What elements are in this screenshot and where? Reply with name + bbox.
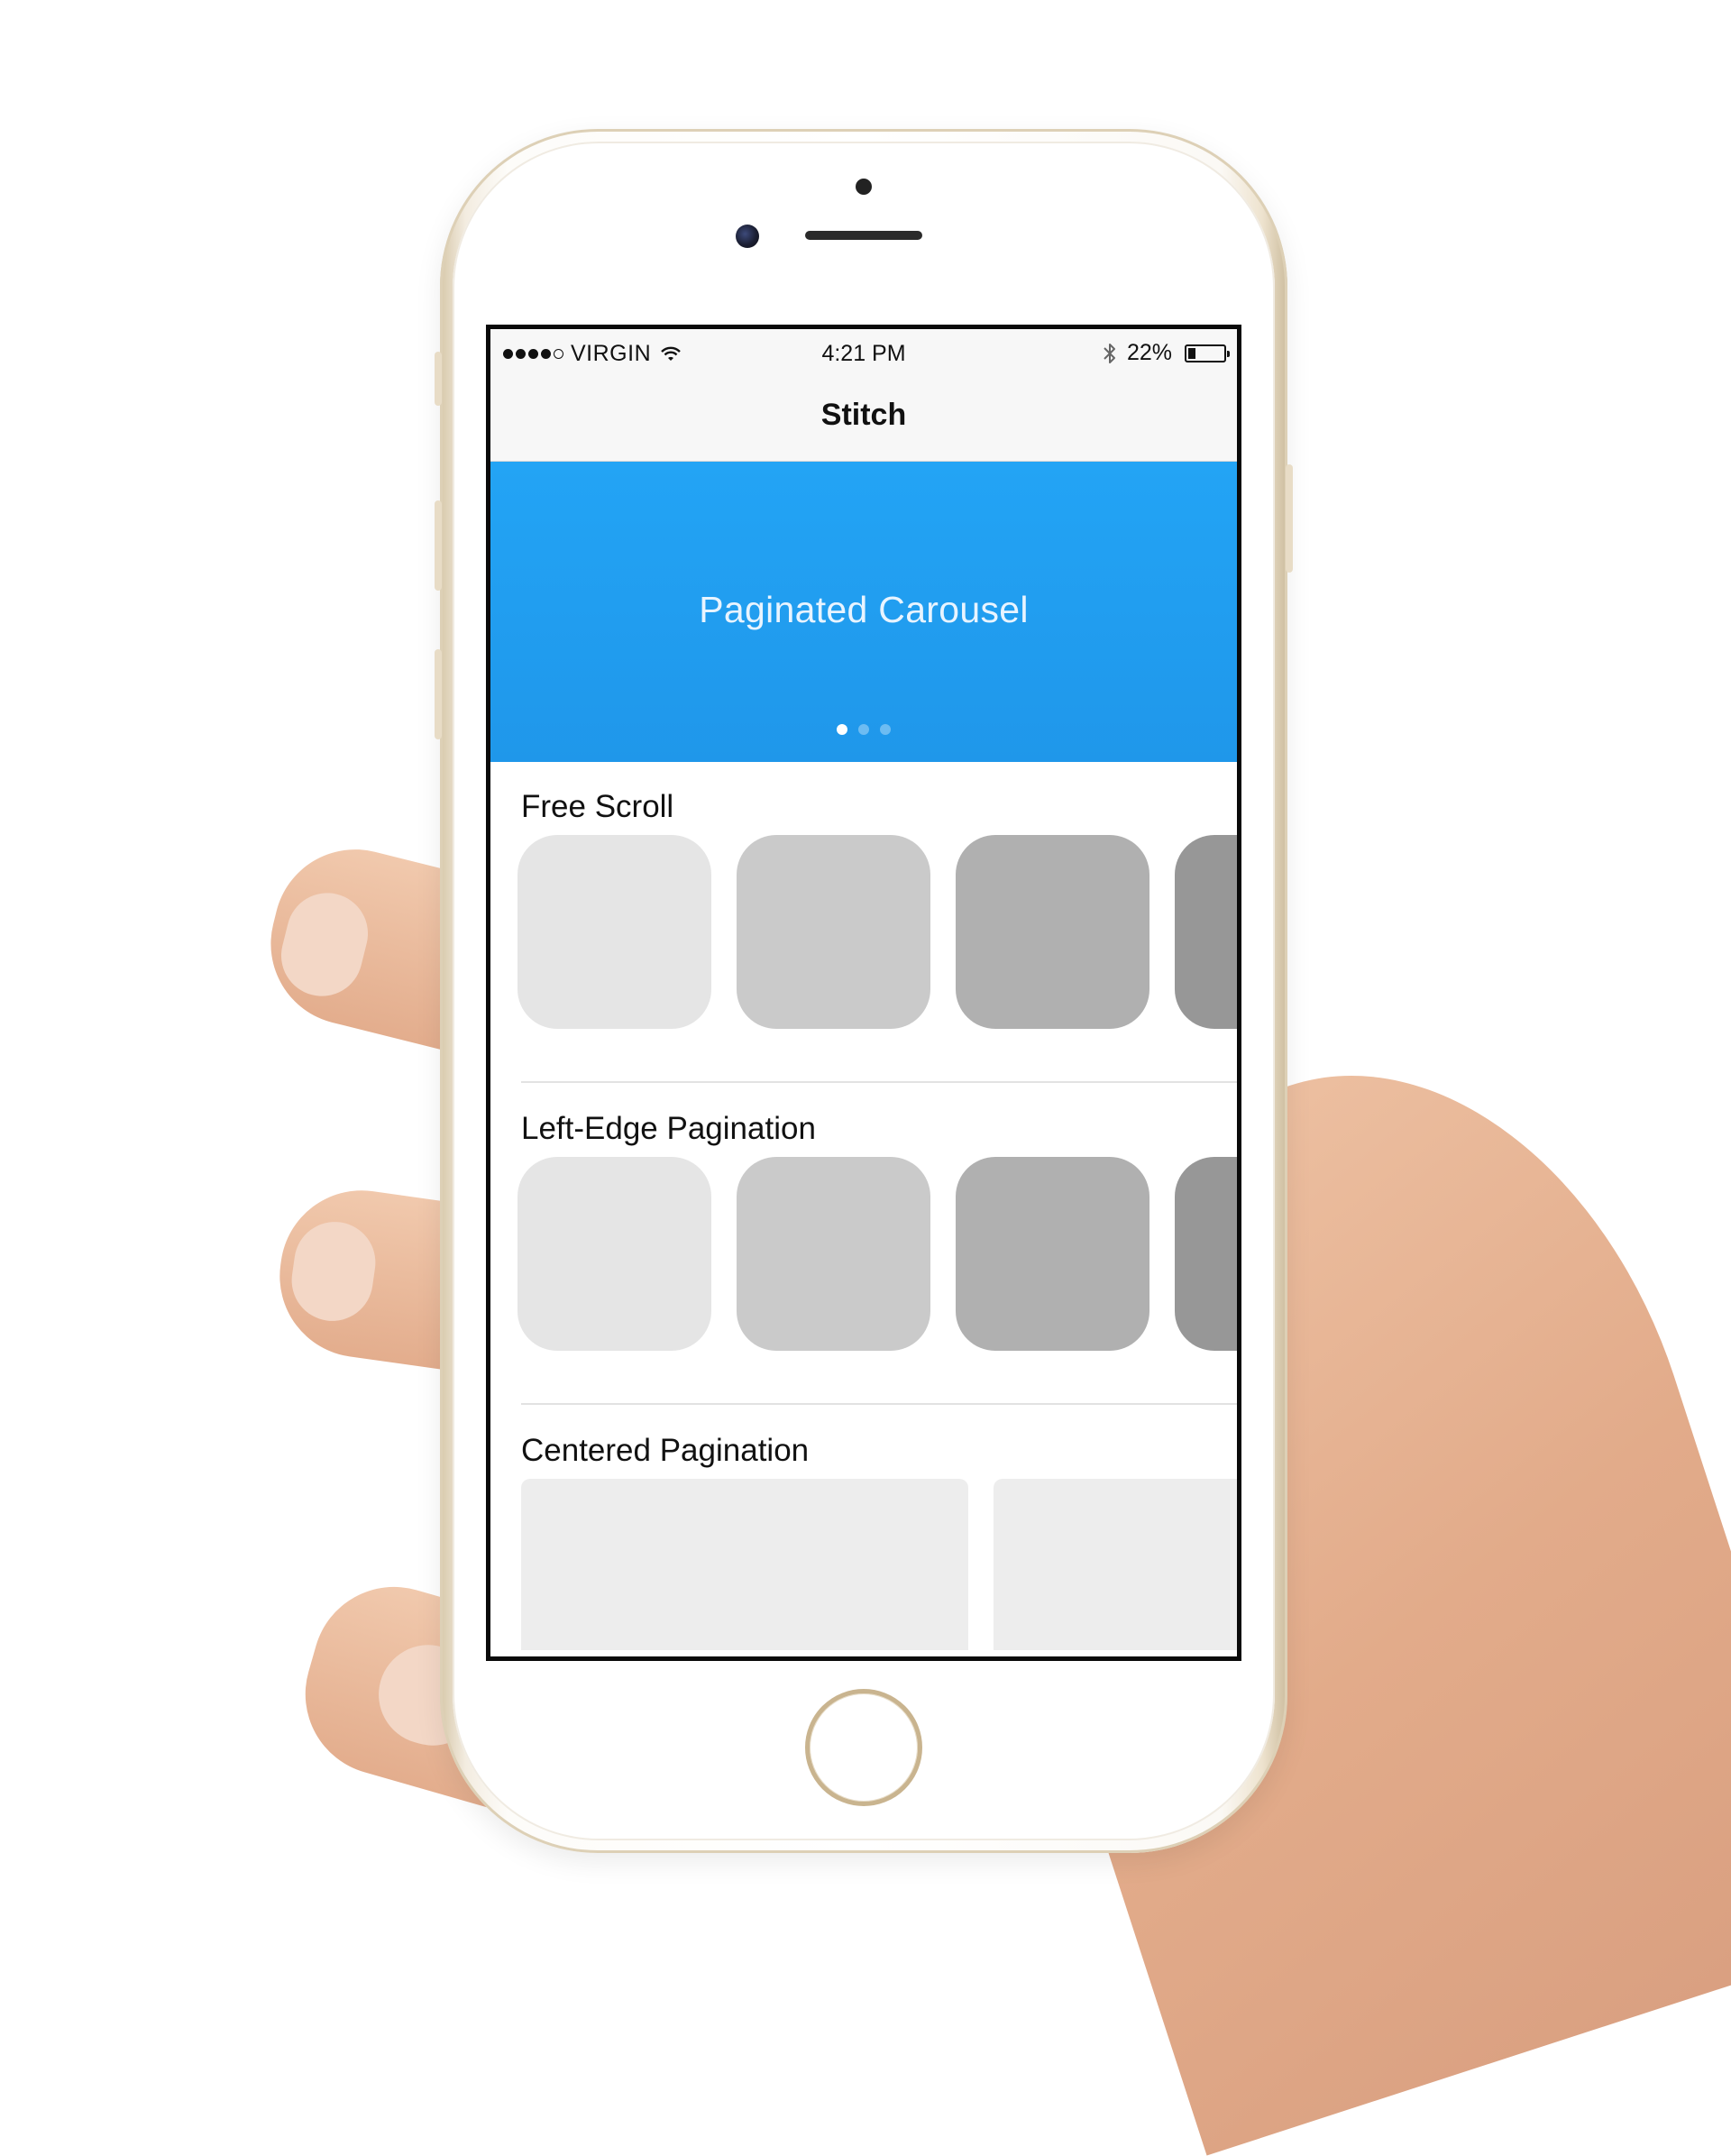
section-title: Left-Edge Pagination (521, 1111, 816, 1146)
section-title: Centered Pagination (521, 1433, 810, 1468)
page-dot[interactable] (837, 724, 847, 735)
volume-down-button[interactable] (435, 649, 442, 739)
carousel-tile[interactable] (517, 835, 711, 1029)
front-camera (736, 225, 759, 248)
carousel-tile[interactable] (956, 1157, 1149, 1351)
carousel-tile[interactable] (1175, 835, 1237, 1029)
page-dot[interactable] (880, 724, 891, 735)
left-edge-pagination-carousel[interactable] (517, 1157, 1237, 1351)
paginated-carousel[interactable]: Paginated Carousel (490, 462, 1237, 762)
navigation-bar: Stitch (490, 371, 1237, 462)
page-title: Stitch (820, 398, 907, 432)
app-screen: VIRGIN 4:21 PM 22% Stitch Paginated Caro… (486, 325, 1241, 1661)
carousel-tile[interactable] (956, 835, 1149, 1029)
section-divider (521, 1081, 1237, 1083)
bluetooth-icon (1104, 343, 1115, 363)
carousel-tile[interactable] (737, 1157, 930, 1351)
centered-pagination-carousel[interactable] (521, 1479, 1237, 1650)
home-button[interactable] (805, 1689, 922, 1806)
status-right: 22% (1102, 340, 1230, 366)
proximity-sensor (856, 179, 872, 195)
power-button[interactable] (1286, 464, 1293, 573)
volume-up-button[interactable] (435, 500, 442, 591)
section-divider (521, 1403, 1237, 1405)
carousel-tile[interactable] (737, 835, 930, 1029)
mute-switch[interactable] (435, 352, 442, 406)
battery-icon (1185, 344, 1230, 362)
carousel-tile[interactable] (517, 1157, 711, 1351)
free-scroll-carousel[interactable] (517, 835, 1237, 1029)
carousel-title: Paginated Carousel (699, 589, 1029, 630)
earpiece-speaker (805, 231, 922, 240)
section-title: Free Scroll (521, 789, 674, 824)
carousel-card[interactable] (994, 1479, 1237, 1650)
page-dot[interactable] (858, 724, 869, 735)
battery-percentage: 22% (1126, 340, 1172, 365)
page-control[interactable] (490, 724, 1237, 735)
status-bar: VIRGIN 4:21 PM 22% (490, 329, 1237, 371)
carousel-tile[interactable] (1175, 1157, 1237, 1351)
carousel-card[interactable] (521, 1479, 968, 1650)
battery-level (1188, 347, 1196, 359)
